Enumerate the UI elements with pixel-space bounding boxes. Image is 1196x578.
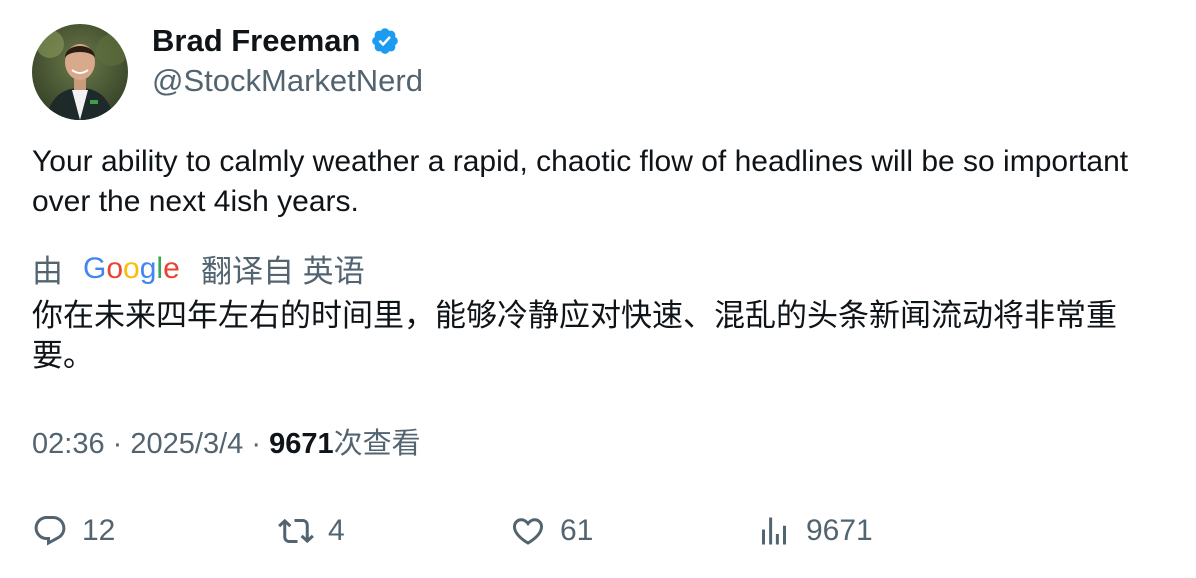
tweet-text: Your ability to calmly weather a rapid, … bbox=[32, 145, 1129, 218]
author-handle[interactable]: @StockMarketNerd bbox=[152, 62, 423, 100]
avatar-image bbox=[32, 24, 128, 120]
retweet-count: 4 bbox=[328, 514, 345, 547]
avatar[interactable] bbox=[32, 24, 128, 120]
tweet-date[interactable]: 2025/3/4 bbox=[130, 428, 243, 460]
views-action-count: 9671 bbox=[806, 514, 873, 547]
translation-attribution: 由 Google 翻译自 英语 bbox=[32, 246, 365, 290]
google-logo-image: Google bbox=[83, 252, 180, 285]
author-name[interactable]: Brad Freeman bbox=[152, 22, 360, 60]
translation-prefix: 由 bbox=[32, 253, 63, 289]
author-name-row: Brad Freeman bbox=[152, 22, 400, 60]
reply-count: 12 bbox=[82, 514, 116, 547]
like-button[interactable]: 61 bbox=[510, 506, 593, 556]
svg-text:Google: Google bbox=[83, 252, 180, 285]
tweet-time[interactable]: 02:36 bbox=[32, 428, 105, 460]
views-button[interactable]: 9671 bbox=[756, 506, 873, 556]
retweet-icon bbox=[278, 518, 314, 544]
google-logo: Google bbox=[83, 251, 181, 285]
like-icon bbox=[512, 518, 544, 545]
like-count: 61 bbox=[560, 514, 594, 547]
meta-separator: · bbox=[112, 428, 123, 460]
meta-separator: · bbox=[251, 428, 261, 460]
views-label: 次查看 bbox=[333, 428, 421, 460]
verified-badge-icon bbox=[372, 28, 399, 54]
views-icon bbox=[762, 517, 786, 545]
tweet-meta: 02:36 · 2025/3/4 · 9671次查看 bbox=[32, 424, 421, 464]
action-bar: 12 4 61 9671 bbox=[32, 506, 932, 556]
translation-suffix: 翻译自 英语 bbox=[201, 253, 365, 289]
reply-button[interactable]: 12 bbox=[32, 506, 115, 556]
reply-icon bbox=[34, 516, 66, 546]
retweet-button[interactable]: 4 bbox=[278, 506, 345, 556]
translated-text: 你在未来四年左右的时间里，能够冷静应对快速、混乱的头条新闻流动将非常重要。 bbox=[32, 298, 1117, 373]
views-count: 9671 bbox=[269, 428, 334, 460]
